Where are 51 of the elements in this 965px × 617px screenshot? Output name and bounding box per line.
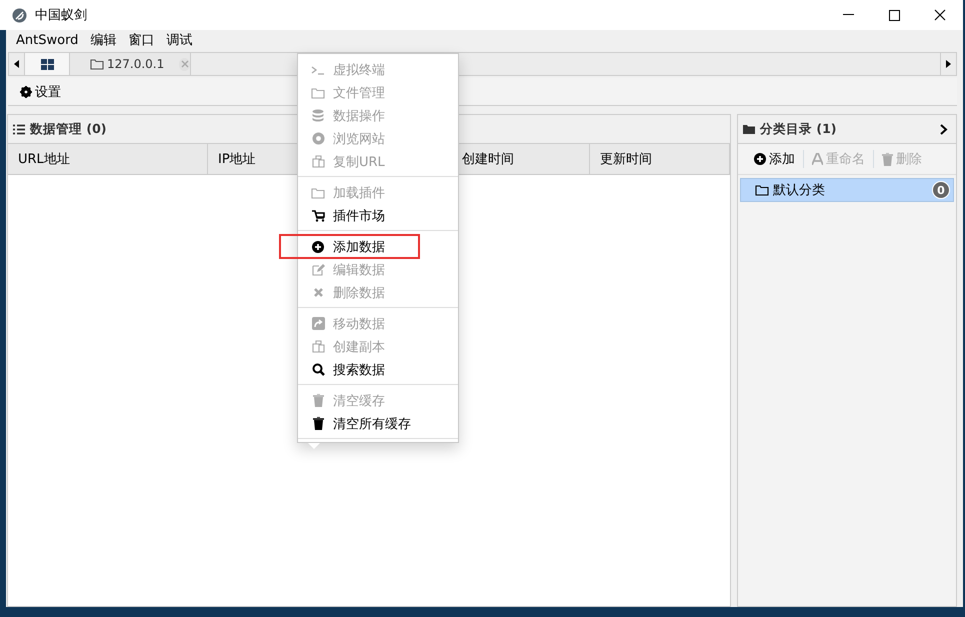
maximize-icon [888,10,900,20]
tab[interactable]: 127.0.0.1 [70,53,191,75]
copy-icon [312,340,324,353]
trash-icon [312,417,324,430]
menu-item[interactable]: 窗口 [122,31,160,49]
menu-item[interactable]: 编辑 [84,31,122,49]
globe-icon [312,132,324,145]
search-icon [312,363,324,376]
folder-icon [743,124,755,134]
folder-icon [311,86,325,98]
close-icon [312,287,324,298]
panel-title: 数据管理 (0) [30,120,106,138]
triangle-right-icon [946,60,951,68]
chevron-right-icon[interactable] [940,124,948,134]
folder-icon [755,184,769,196]
context-menu-item[interactable]: 添加数据 [279,234,420,259]
copy-icon [312,155,324,168]
settings-button[interactable]: 设置 [8,82,67,100]
edit-icon [312,263,324,276]
close-icon [934,9,946,21]
trash-icon [882,152,893,166]
menu-item[interactable]: AntSword [10,32,84,48]
app-logo-icon [12,8,27,22]
count-badge: 0 [933,182,949,198]
plus-circle-icon [754,153,766,165]
folder-icon [90,58,104,70]
context-menu-item[interactable]: 搜索数据 [298,358,458,381]
folder-icon [311,186,325,198]
panel-title: 分类目录 (1) [760,120,836,138]
add-button[interactable]: 添加 [750,150,804,168]
plus-circle-icon [312,240,324,252]
column-header[interactable]: 更新时间 [590,144,730,174]
context-menu-item[interactable]: 插件市场 [298,204,458,227]
category-item[interactable]: 默认分类 0 [740,178,954,202]
window-title: 中国蚁剑 [35,7,87,24]
menu-item[interactable]: 调试 [160,31,198,49]
category-label: 默认分类 [773,182,825,199]
database-icon [312,109,324,122]
settings-icon [20,86,32,98]
list-icon [13,124,25,134]
font-icon [812,153,823,165]
triangle-left-icon [14,60,19,68]
column-header[interactable]: URL地址 [8,144,208,174]
home-tab[interactable] [25,53,70,75]
trash-icon [312,394,324,407]
context-menu-item[interactable]: 清空所有缓存 [298,412,458,435]
grid-icon [40,58,54,70]
minimize-icon [842,14,854,16]
share-icon [312,317,324,330]
terminal-icon [311,64,325,76]
cart-icon [312,210,324,222]
